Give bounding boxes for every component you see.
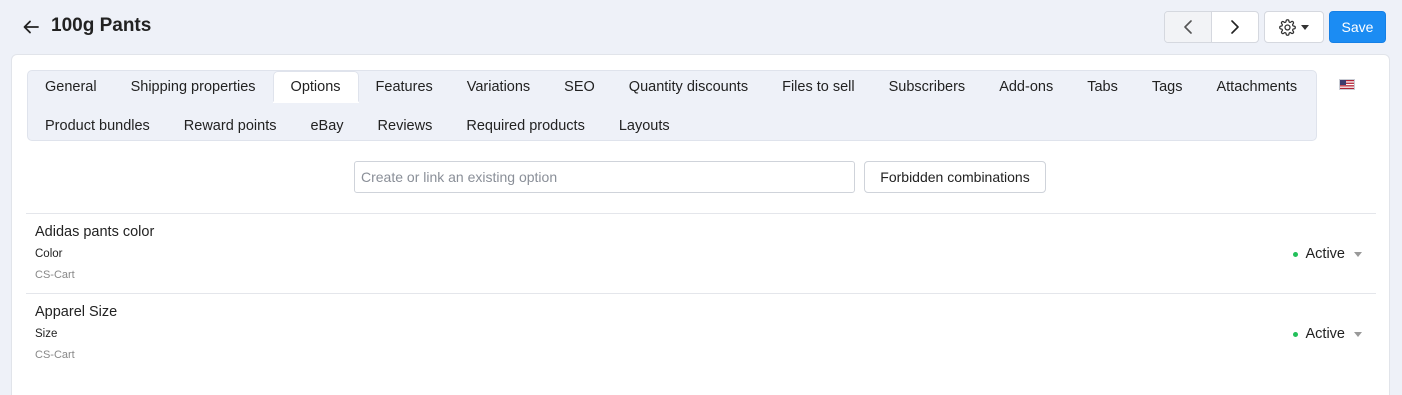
tab-ebay[interactable]: eBay (293, 110, 360, 141)
option-name[interactable]: Adidas pants color (35, 224, 154, 240)
us-flag-icon[interactable] (1339, 79, 1355, 90)
chevron-left-icon (1183, 20, 1192, 34)
caret-down-icon (1301, 24, 1309, 30)
top-bar: 100g Pants Save (0, 0, 1402, 54)
tab-variations[interactable]: Variations (450, 71, 547, 102)
tab-quantity-discounts[interactable]: Quantity discounts (612, 71, 765, 102)
tab-tabs[interactable]: Tabs (1070, 71, 1135, 102)
status-dropdown[interactable]: Active (1292, 246, 1362, 262)
option-row[interactable]: Apparel Size Size CS-Cart Active (26, 294, 1376, 374)
forbidden-combinations-button[interactable]: Forbidden combinations (864, 161, 1046, 193)
tab-add-ons[interactable]: Add-ons (982, 71, 1070, 102)
page-title: 100g Pants (51, 15, 152, 36)
tab-subscribers[interactable]: Subscribers (872, 71, 983, 102)
option-owner: CS-Cart (35, 269, 75, 281)
tab-bar: General Shipping properties Options Feature… (27, 70, 1317, 141)
status-dropdown[interactable]: Active (1292, 326, 1362, 342)
back-arrow-icon[interactable] (20, 14, 42, 40)
prev-next-group (1164, 11, 1259, 43)
tab-options[interactable]: Options (272, 71, 359, 102)
gear-icon (1279, 18, 1296, 36)
tab-row-1: General Shipping properties Options Feature… (28, 71, 1314, 103)
tab-reward-points[interactable]: Reward points (167, 110, 294, 141)
status-dot-icon (1292, 331, 1298, 337)
caret-down-icon (1354, 251, 1362, 257)
status-label: Active (1305, 246, 1346, 262)
option-row[interactable]: Adidas pants color Color CS-Cart Active (26, 214, 1376, 294)
chevron-right-icon (1230, 20, 1239, 34)
status-label: Active (1305, 326, 1346, 342)
settings-dropdown-button[interactable] (1264, 11, 1324, 43)
tab-files-to-sell[interactable]: Files to sell (765, 71, 872, 102)
tab-layouts[interactable]: Layouts (602, 110, 687, 141)
tab-product-bundles[interactable]: Product bundles (28, 110, 167, 141)
tab-shipping-properties[interactable]: Shipping properties (114, 71, 273, 102)
tab-required-products[interactable]: Required products (449, 110, 602, 141)
tab-row-2: Product bundles Reward points eBay Reviews R… (28, 110, 687, 142)
option-type: Size (35, 328, 58, 340)
tab-seo[interactable]: SEO (547, 71, 612, 102)
tab-attachments[interactable]: Attachments (1199, 71, 1314, 102)
save-button[interactable]: Save (1329, 11, 1386, 43)
tab-features[interactable]: Features (359, 71, 450, 102)
tab-reviews[interactable]: Reviews (361, 110, 450, 141)
status-dot-icon (1292, 251, 1298, 257)
tab-tags[interactable]: Tags (1135, 71, 1200, 102)
product-panel: General Shipping properties Options Feature… (11, 54, 1390, 395)
previous-product-button[interactable] (1165, 12, 1212, 42)
option-search-input[interactable] (354, 161, 855, 193)
option-type: Color (35, 248, 63, 260)
tab-general[interactable]: General (28, 71, 114, 102)
option-owner: CS-Cart (35, 349, 75, 361)
next-product-button[interactable] (1212, 12, 1259, 42)
caret-down-icon (1354, 331, 1362, 337)
option-name[interactable]: Apparel Size (35, 304, 117, 320)
